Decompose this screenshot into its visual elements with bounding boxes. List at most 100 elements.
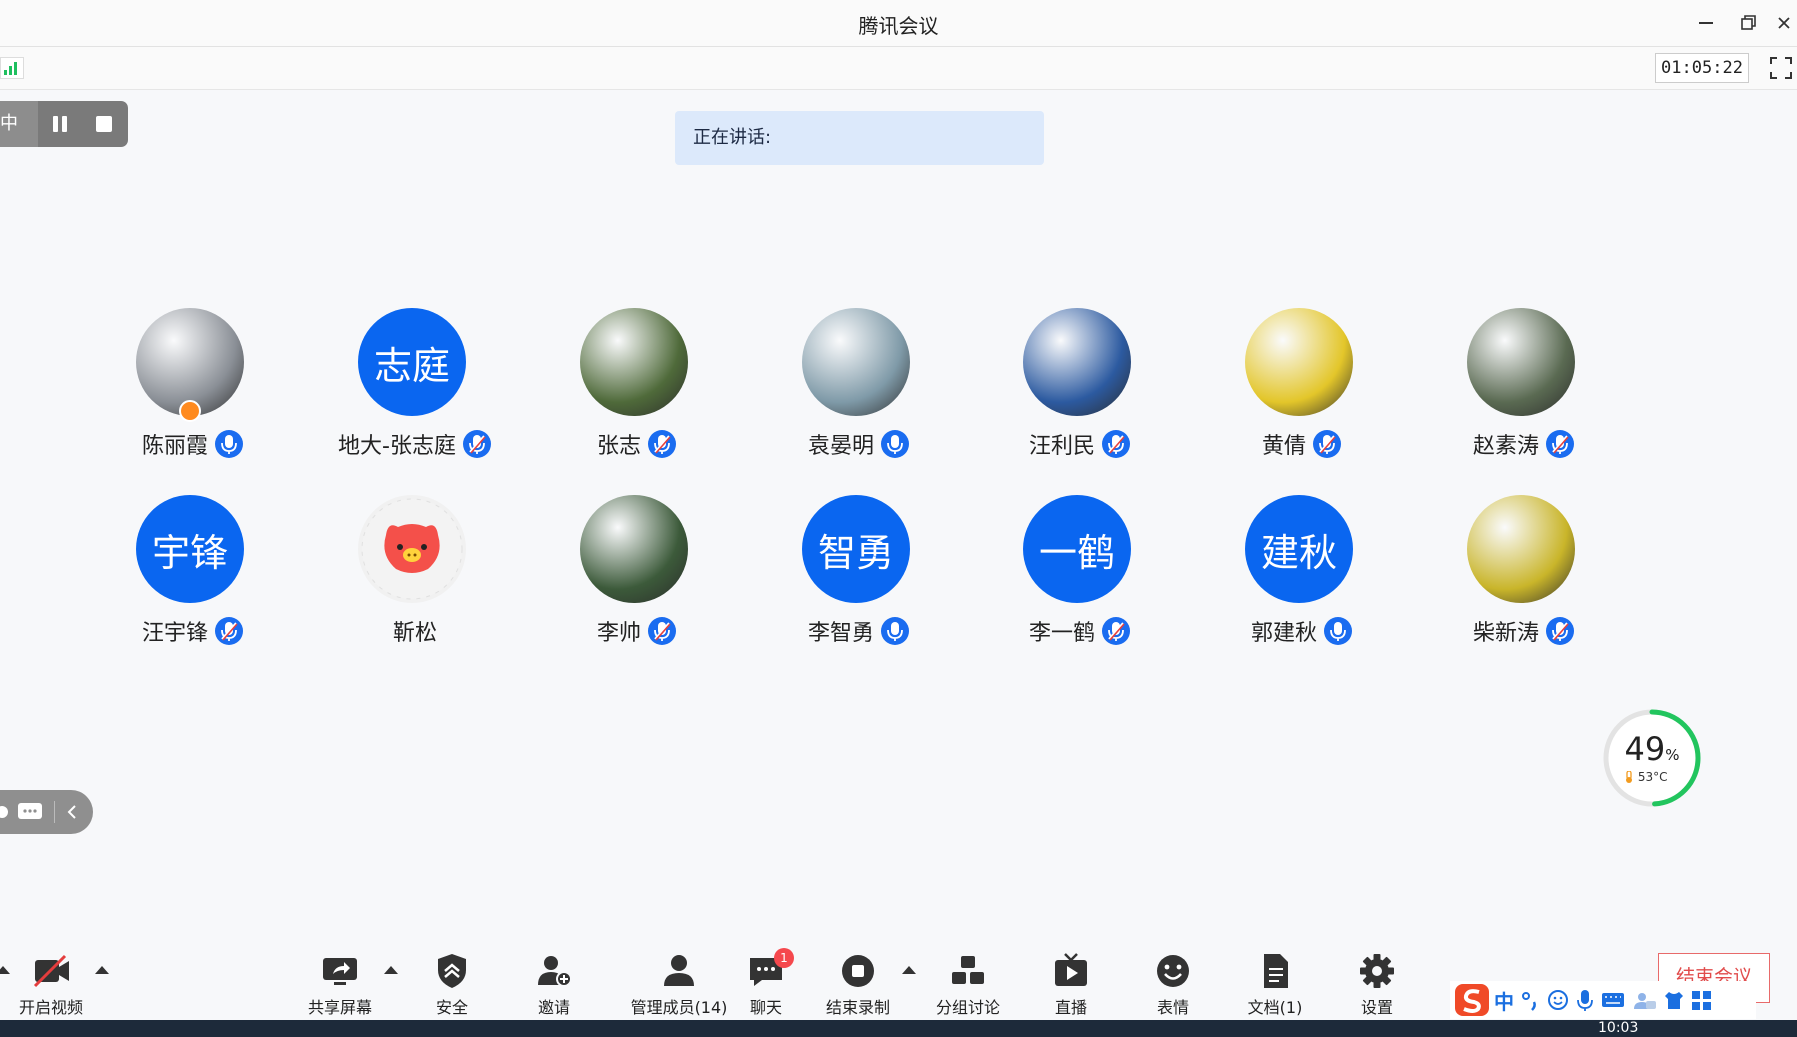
avatar-photo xyxy=(1245,308,1353,416)
fullscreen-icon xyxy=(1770,57,1792,79)
participant-name: 汪宇锋 xyxy=(141,621,208,646)
invite-button[interactable]: 邀请 xyxy=(504,952,604,1018)
video-options-caret-icon[interactable] xyxy=(95,966,109,974)
participant-tile[interactable]: 陈丽霞 xyxy=(82,308,304,468)
pause-icon xyxy=(53,116,67,132)
breakout-rooms-icon xyxy=(952,956,984,984)
avatar xyxy=(580,495,688,603)
participant-tile[interactable]: 汪利民 xyxy=(969,308,1191,468)
breakout-button[interactable]: 分组讨论 xyxy=(918,952,1018,1018)
participant-tile[interactable]: 一鹤李一鹤 xyxy=(969,495,1191,655)
avatar xyxy=(1467,495,1575,603)
window-title: 腾讯会议 xyxy=(858,14,939,38)
share-options-caret-icon[interactable] xyxy=(384,966,398,974)
docs-button[interactable]: 文档(1) xyxy=(1225,952,1325,1018)
recording-status: 中 xyxy=(0,101,38,147)
participant-name-row: 李智勇 xyxy=(748,615,970,647)
participant-tile[interactable]: 柴新涛 xyxy=(1413,495,1635,655)
mic-muted-icon xyxy=(1546,430,1574,458)
participant-tile[interactable]: 张志 xyxy=(526,308,748,468)
title-bar: 腾讯会议 xyxy=(0,0,1797,47)
security-button[interactable]: 安全 xyxy=(402,952,502,1018)
toolbox-grid-icon[interactable] xyxy=(1690,989,1714,1011)
avatar xyxy=(1023,308,1131,416)
share-screen-button[interactable]: 共享屏幕 xyxy=(290,952,390,1018)
stop-icon xyxy=(96,116,112,132)
participant-name: 陈丽霞 xyxy=(141,434,208,459)
stop-recording-button[interactable] xyxy=(82,101,126,147)
avatar-initials: 宇锋 xyxy=(151,530,228,575)
close-button[interactable] xyxy=(1770,8,1797,38)
mic-muted-icon xyxy=(1313,430,1341,458)
record-options-caret-icon[interactable] xyxy=(902,966,916,974)
participant-tile[interactable]: 志庭 地大-张志庭 xyxy=(304,308,526,468)
avatar-initials: 一鹤 xyxy=(1038,530,1115,575)
participant-tile[interactable]: 智勇李智勇 xyxy=(748,495,970,655)
participant-name: 郭建秋 xyxy=(1250,621,1317,646)
skin-shirt-icon[interactable] xyxy=(1662,989,1686,1011)
cpu-percent: 49% xyxy=(1624,730,1680,768)
voice-input-icon[interactable] xyxy=(1574,988,1596,1012)
end-recording-button[interactable]: 结束录制 xyxy=(808,952,908,1018)
os-taskbar: 10:03 xyxy=(0,1020,1797,1037)
participant-name-row: 地大-张志庭 xyxy=(304,428,526,460)
chat-bubble-icon[interactable] xyxy=(16,800,44,824)
share-screen-icon xyxy=(323,958,357,985)
participant-tile[interactable]: 赵素涛 xyxy=(1413,308,1635,468)
meeting-timer: 01:05:22 xyxy=(1655,53,1749,83)
reaction-button[interactable]: 表情 xyxy=(1123,952,1223,1018)
avatar xyxy=(580,308,688,416)
avatar: 智勇 xyxy=(802,495,910,603)
live-stream-icon xyxy=(1055,953,1087,986)
participant-name: 李智勇 xyxy=(807,621,874,646)
temperature: 53°C xyxy=(1624,770,1667,784)
mic-icon xyxy=(1324,617,1352,645)
participant-tile[interactable]: 袁晏明 xyxy=(748,308,970,468)
avatar xyxy=(1467,308,1575,416)
avatar-photo xyxy=(580,495,688,603)
signal-icon[interactable] xyxy=(0,57,24,79)
avatar: 宇锋 xyxy=(136,495,244,603)
mic-muted-icon xyxy=(1102,430,1130,458)
participant-tile[interactable]: 黄倩 xyxy=(1191,308,1413,468)
participant-name-row: 袁晏明 xyxy=(748,428,970,460)
settings-button[interactable]: 设置 xyxy=(1327,952,1427,1018)
participant-tile[interactable]: 建秋 郭建秋 xyxy=(1191,495,1413,655)
avatar-initials: 智勇 xyxy=(817,530,894,575)
chat-unread-badge: 1 xyxy=(774,948,794,968)
participant-name-row: 柴新涛 xyxy=(1413,615,1635,647)
participant-name: 袁晏明 xyxy=(807,434,874,459)
participant-tile[interactable]: 宇锋汪宇锋 xyxy=(82,495,304,655)
live-button[interactable]: 直播 xyxy=(1021,952,1121,1018)
restore-icon xyxy=(1741,15,1756,30)
sogou-logo-icon[interactable] xyxy=(1454,983,1490,1017)
fullscreen-button[interactable] xyxy=(1768,55,1794,81)
keyboard-icon[interactable] xyxy=(1600,989,1626,1011)
participant-tile[interactable]: 李帅 xyxy=(526,495,748,655)
restore-button[interactable] xyxy=(1731,8,1767,38)
emoji-icon[interactable] xyxy=(1546,988,1570,1012)
breakout-label: 分组讨论 xyxy=(935,998,1000,1017)
chevron-left-icon[interactable] xyxy=(65,803,79,821)
video-button[interactable]: 开启视频 xyxy=(1,952,101,1018)
participant-name-row: 汪利民 xyxy=(969,428,1191,460)
punctuation-icon[interactable] xyxy=(1518,988,1542,1012)
participant-tile[interactable]: 靳松 xyxy=(304,495,526,655)
share-screen-label: 共享屏幕 xyxy=(307,998,372,1017)
user-icon[interactable] xyxy=(1630,989,1658,1011)
mic-muted-icon xyxy=(462,430,491,458)
avatar xyxy=(358,495,466,603)
participant-name: 张志 xyxy=(596,434,641,459)
participant-name-row: 李一鹤 xyxy=(969,615,1191,647)
participant-name-row: 靳松 xyxy=(304,615,526,647)
ime-toolbar: 中 xyxy=(1450,981,1756,1019)
chat-button[interactable]: 1 聊天 xyxy=(716,948,816,1018)
mic-muted-icon xyxy=(215,617,243,645)
thermometer-icon xyxy=(1626,770,1632,783)
ime-language[interactable]: 中 xyxy=(1494,986,1514,1015)
speaking-banner: 正在讲话: xyxy=(675,111,1044,165)
minimize-button[interactable] xyxy=(1688,8,1724,38)
performance-gauge[interactable]: 49% 53°C xyxy=(1602,708,1702,808)
pause-recording-button[interactable] xyxy=(38,101,82,147)
participant-name: 柴新涛 xyxy=(1472,621,1539,646)
